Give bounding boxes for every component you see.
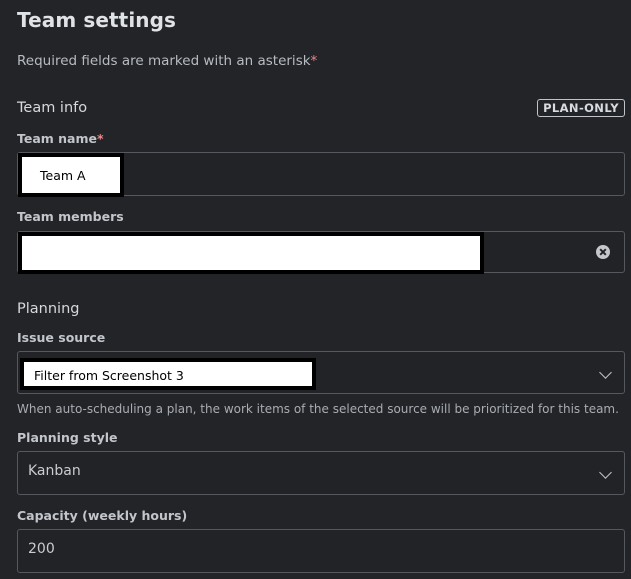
planning-style-label: Planning style — [17, 430, 118, 445]
team-settings-page: Team settings Required fields are marked… — [0, 0, 631, 579]
team-members-redaction — [18, 232, 484, 274]
team-name-required-asterisk: * — [97, 131, 104, 146]
plan-only-badge: PLAN-ONLY — [537, 99, 625, 117]
page-title: Team settings — [17, 8, 177, 32]
capacity-label: Capacity (weekly hours) — [17, 508, 188, 523]
required-fields-note: Required fields are marked with an aster… — [17, 53, 317, 69]
planning-heading: Planning — [17, 301, 80, 317]
team-name-label: Team name* — [17, 131, 104, 146]
required-note-text: Required fields are marked with an aster… — [17, 53, 311, 69]
required-asterisk: * — [310, 53, 318, 69]
team-members-label: Team members — [17, 209, 124, 224]
team-members-input[interactable] — [17, 231, 625, 274]
team-info-heading: Team info — [17, 100, 88, 116]
capacity-value: 200 — [28, 541, 55, 557]
issue-source-select[interactable]: Filter from Screenshot 3 — [17, 351, 625, 394]
chevron-down-icon — [599, 466, 612, 479]
planning-style-value: Kanban — [28, 463, 81, 479]
planning-style-select[interactable]: Kanban — [17, 451, 625, 495]
capacity-input[interactable]: 200 — [17, 529, 625, 573]
team-name-input[interactable]: Team A — [17, 152, 625, 197]
issue-source-redaction: Filter from Screenshot 3 — [20, 358, 316, 390]
team-name-label-text: Team name — [17, 131, 97, 146]
issue-source-label: Issue source — [17, 330, 106, 345]
issue-source-value: Filter from Screenshot 3 — [34, 368, 184, 383]
team-name-value: Team A — [40, 168, 86, 183]
issue-source-help: When auto-scheduling a plan, the work it… — [17, 402, 619, 416]
team-name-redaction: Team A — [18, 153, 124, 197]
clear-icon[interactable] — [596, 245, 610, 259]
chevron-down-icon — [599, 366, 612, 379]
